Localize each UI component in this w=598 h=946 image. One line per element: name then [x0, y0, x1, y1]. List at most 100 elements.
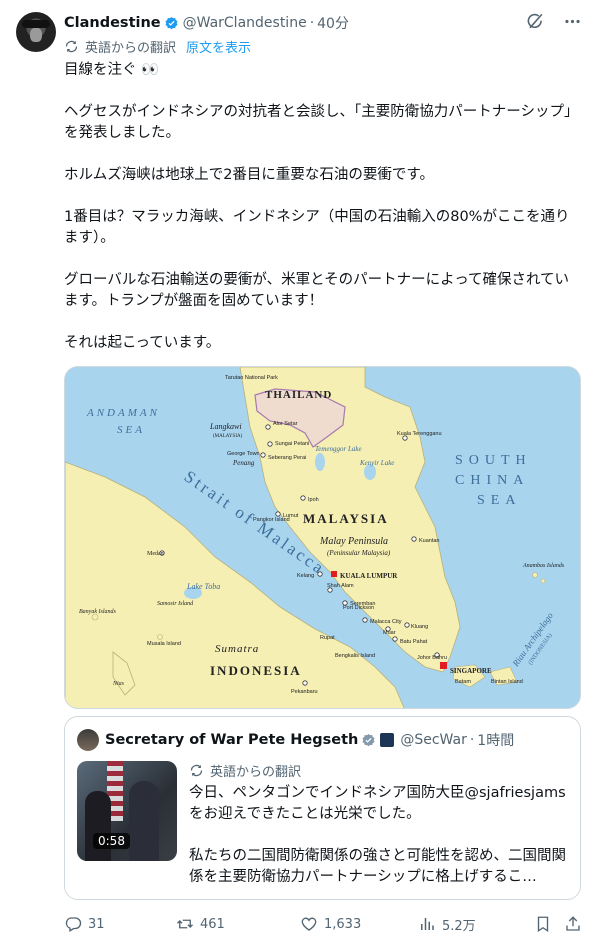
map-label-south-china-3: SEA: [477, 493, 521, 508]
tweet-timestamp[interactable]: 40分: [317, 13, 349, 33]
map-label-malay-peninsula: Malay Peninsula: [319, 536, 388, 547]
map-label-johor-bahru: Johor Bahru: [417, 655, 447, 661]
strait-of-malacca-map: ANDAMAN SEA SOUTH CHINA SEA Strait of Ma…: [65, 367, 580, 708]
quoted-header-separator: ·: [469, 732, 475, 748]
map-label-port-dickson: Port Dickson: [343, 605, 374, 611]
map-label-kenyir: Kenyir Lake: [359, 459, 394, 467]
show-original-link[interactable]: 原文を表示: [186, 37, 251, 56]
action-bar: 31 461 1,633 5.2万: [64, 912, 582, 936]
quoted-translation-row: 英語からの翻訳: [189, 761, 301, 780]
author-handle[interactable]: @WarClandestine: [183, 15, 307, 31]
bookmark-button[interactable]: [534, 915, 558, 933]
map-label-andaman-2: SEA: [117, 424, 145, 436]
reply-button[interactable]: 31: [64, 915, 105, 933]
like-button[interactable]: 1,633: [300, 915, 361, 933]
quoted-paragraph: 私たちの二国間防衛関係の強さと可能性を認め、二国間関係を主要防衛協力パートナーシ…: [189, 848, 566, 885]
map-label-rupat: Rupat: [320, 635, 335, 641]
map-label-pekanbaru: Pekanbaru: [291, 689, 318, 695]
map-label-shah-alam: Shah Alam: [327, 583, 354, 589]
repost-count: 461: [200, 916, 225, 932]
map-image[interactable]: ANDAMAN SEA SOUTH CHINA SEA Strait of Ma…: [64, 366, 581, 709]
quoted-tweet-text: 今日、ペンタゴンでインドネシア国防大臣@sjafriesjamsをお迎えできたこ…: [189, 783, 569, 888]
repost-button[interactable]: 461: [176, 915, 225, 933]
body-paragraph: 1番目は？マラッカ海峡、インドネシア（中国の石油輸入の80%がここを通ります）。: [64, 209, 570, 246]
map-label-nias: Nias: [112, 681, 125, 687]
body-paragraph: グローバルな石油輸送の要衝が、米軍とそのパートナーによって確保されています。トラ…: [64, 272, 570, 309]
tweet-header: Clandestine @WarClandestine · 40分: [64, 12, 582, 34]
avatar-hat-shape: [22, 20, 50, 28]
map-label-thailand: THAILAND: [265, 389, 332, 401]
map-label-sumatra: Sumatra: [215, 643, 259, 655]
header-icons: [526, 12, 582, 31]
quoted-tweet-header: Secretary of War Pete Hegseth @SecWar · …: [77, 729, 514, 751]
map-label-pangkor: Pangkor Island: [253, 517, 290, 523]
map-label-penang: Penang: [232, 459, 255, 467]
quoted-author-handle: @SecWar: [400, 732, 467, 748]
body-paragraph: 目線を注ぐ 👀: [64, 62, 160, 78]
author-display-name[interactable]: Clandestine: [64, 15, 161, 31]
reply-icon: [65, 917, 82, 932]
map-label-temenggor: Temenggor Lake: [315, 445, 362, 453]
quoted-author-name: Secretary of War Pete Hegseth: [105, 732, 359, 748]
map-label-george-town: George Town: [227, 451, 260, 457]
map-label-andaman-1: ANDAMAN: [86, 407, 160, 419]
map-label-musala: Musala Island: [147, 641, 181, 647]
header-separator: ·: [309, 15, 315, 31]
verified-badge-icon: [165, 16, 178, 29]
map-label-batam: Batam: [455, 679, 471, 685]
map-label-south-china-1: SOUTH: [455, 453, 532, 468]
map-label-singapore: SINGAPORE: [450, 667, 492, 675]
share-button[interactable]: [564, 915, 588, 933]
reply-count: 31: [88, 916, 105, 932]
quoted-author-avatar: [77, 729, 99, 751]
author-avatar[interactable]: [16, 12, 56, 52]
map-label-kelang: Kelang: [297, 573, 314, 579]
map-label-south-china-2: CHINA: [455, 473, 529, 488]
map-label-muar: Muar: [383, 630, 396, 636]
map-label-kuantan: Kuantan: [419, 538, 440, 544]
map-label-medan: Medan: [147, 551, 164, 557]
quoted-paragraph: 今日、ペンタゴンでインドネシア国防大臣@sjafriesjamsをお迎えできたこ…: [189, 785, 566, 822]
view-count: 5.2万: [442, 918, 476, 934]
map-label-bengkalis: Bengkalis Island: [335, 653, 375, 659]
map-label-bintan: Bintan Island: [491, 679, 523, 685]
avatar-face-shape: [30, 28, 42, 42]
map-label-batu-pahat: Batu Pahat: [400, 639, 428, 645]
map-label-sungai-petani: Sungai Petani: [275, 441, 309, 447]
grok-icon[interactable]: [526, 12, 545, 31]
map-label-langkawi: Langkawi: [209, 422, 242, 431]
map-label-banyak: Banyak Islands: [79, 609, 116, 615]
map-label-malacca-city: Malacca City: [370, 619, 402, 625]
verified-badge-icon: [362, 733, 375, 746]
government-seal-icon: [380, 733, 395, 747]
temenggor-lake: [315, 453, 325, 471]
map-label-alor-setar: Alor Setar: [273, 421, 298, 427]
like-count: 1,633: [324, 916, 362, 932]
share-icon: [566, 916, 580, 931]
map-label-ipoh: Ipoh: [308, 497, 319, 503]
tweet-body: 目線を注ぐ 👀 ヘグセスがインドネシアの対抗者と会談し、「主要防衛協力パートナー…: [64, 60, 582, 354]
bookmark-icon: [537, 916, 549, 933]
more-options-icon[interactable]: [563, 12, 582, 31]
views-chart-icon: [421, 918, 434, 930]
tweet[interactable]: Clandestine @WarClandestine · 40分 英語からの翻…: [0, 0, 598, 946]
map-label-peninsular-malaysia: (Peninsular Malaysia): [327, 549, 391, 557]
person-silhouette: [129, 781, 159, 861]
map-label-seberang-perai: Seberang Perai: [268, 455, 306, 461]
repost-icon: [177, 919, 193, 929]
quoted-video-thumbnail[interactable]: 0:58: [77, 761, 177, 861]
body-paragraph: ヘグセスがインドネシアの対抗者と会談し、「主要防衛協力パートナーシップ」を発表し…: [64, 104, 579, 141]
views-button[interactable]: 5.2万: [418, 915, 476, 934]
body-paragraph: ホルムズ海峡は地球上で2番目に重要な石油の要衝です。: [64, 167, 434, 183]
map-label-kuala-terengganu: Kuala Terengganu: [397, 431, 442, 437]
translate-icon: [65, 40, 78, 53]
translation-label: 英語からの翻訳: [85, 41, 177, 56]
quoted-tweet[interactable]: Secretary of War Pete Hegseth @SecWar · …: [64, 716, 581, 900]
map-label-lake-toba: Lake Toba: [186, 582, 220, 591]
map-label-anambas: Anambas Islands: [522, 563, 565, 569]
map-label-samosir: Samosir Island: [157, 601, 194, 607]
translate-icon: [190, 764, 203, 777]
quoted-translation-label: 英語からの翻訳: [210, 765, 302, 780]
translation-row: 英語からの翻訳 原文を表示: [64, 37, 251, 56]
kuala-lumpur-marker: [331, 571, 337, 577]
